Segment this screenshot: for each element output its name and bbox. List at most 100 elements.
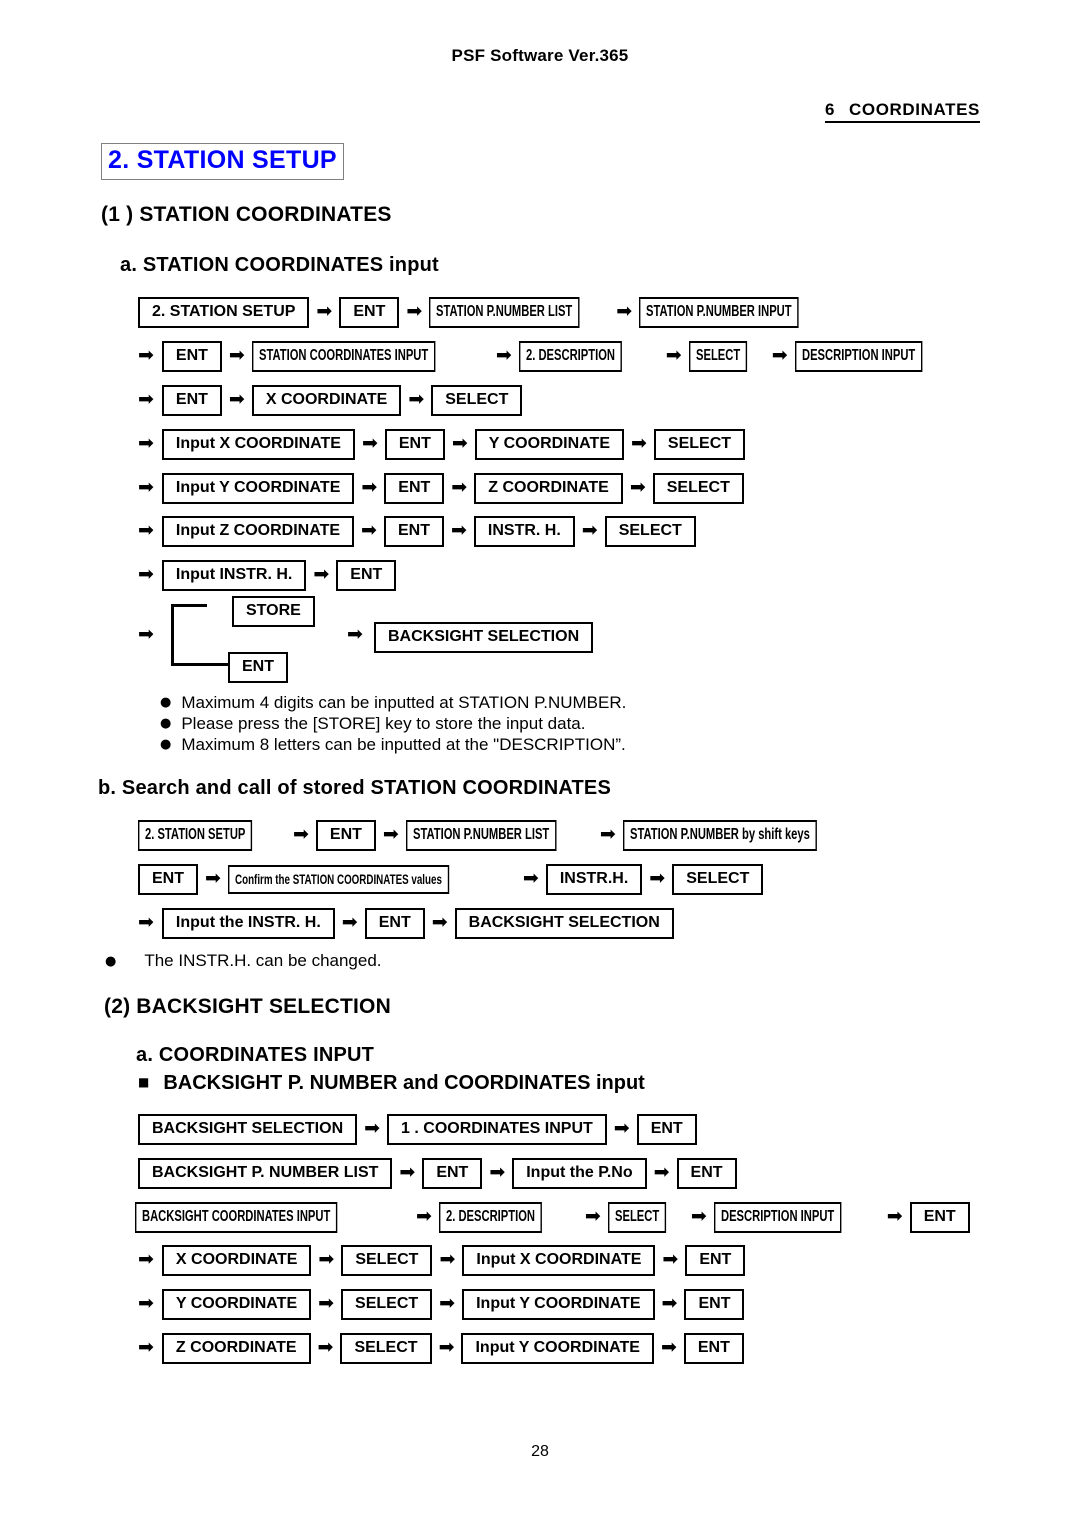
flow-row: BACKSIGHT P. NUMBER LIST ➡ ENT ➡ Input t… <box>138 1158 737 1189</box>
flow-node[interactable]: BACKSIGHT SELECTION <box>454 908 674 939</box>
section2a-heading: a. COORDINATES INPUT <box>136 1044 375 1066</box>
flow-node[interactable]: ENT <box>138 864 198 895</box>
chapter-name: COORDINATES <box>849 100 980 119</box>
flow-node[interactable]: 2. DESCRIPTION <box>438 1202 542 1233</box>
flow-node[interactable]: Input Y COORDINATE <box>462 1289 655 1320</box>
chapter-number: 6 <box>824 100 836 119</box>
flow-node[interactable]: ENT <box>676 1158 737 1189</box>
flow-node[interactable]: 2. STATION SETUP <box>138 297 310 328</box>
flow-node[interactable]: ENT <box>364 908 425 939</box>
section1a-heading: a. STATION COORDINATES input <box>120 254 439 276</box>
flow-node[interactable]: STATION COORDINATES INPUT <box>251 341 436 372</box>
flow-node[interactable]: STATION P.NUMBER by shift keys <box>622 820 817 851</box>
note-text: Please press the [STORE] key to store th… <box>181 714 586 733</box>
flow-node[interactable]: SELECT <box>431 385 523 416</box>
flow-node[interactable]: Confirm the STATION COORDINATES values <box>227 865 449 894</box>
flow-node[interactable]: SELECT <box>341 1245 433 1276</box>
flow-node[interactable]: Input X COORDINATE <box>161 429 355 460</box>
flow-row: ENT ➡ Confirm the STATION COORDINATES va… <box>138 864 764 895</box>
arrow-right-icon: ➡ <box>313 563 330 585</box>
flow-node[interactable]: SELECT <box>652 473 744 504</box>
flow-node[interactable]: Input Z COORDINATE <box>161 516 355 547</box>
flow-node[interactable]: ENT <box>161 341 222 372</box>
flow-node[interactable]: ENT <box>384 473 445 504</box>
bullet-dot-icon: ● <box>160 716 172 731</box>
flow-row: ➡ Input Y COORDINATE ➡ ENT ➡ Z COORDINAT… <box>138 473 744 504</box>
flow-node[interactable]: Input Y COORDINATE <box>461 1333 654 1364</box>
flow-node[interactable]: ENT <box>422 1158 483 1189</box>
arrow-right-icon: ➡ <box>138 563 154 585</box>
flow-node[interactable]: BACKSIGHT P. NUMBER LIST <box>138 1158 393 1189</box>
arrow-right-icon: ➡ <box>318 1248 335 1270</box>
note-item: ● Maximum 4 digits can be inputted at ST… <box>160 692 626 713</box>
flow-node[interactable]: SELECT <box>688 341 747 372</box>
arrow-right-icon: ➡ <box>138 1292 154 1314</box>
flow-node[interactable]: Z COORDINATE <box>474 473 623 504</box>
notes-list-1a: ● Maximum 4 digits can be inputted at ST… <box>160 692 626 755</box>
flow-node[interactable]: Y COORDINATE <box>474 429 624 460</box>
flow-node[interactable]: INSTR.H. <box>545 864 643 895</box>
arrow-right-icon: ➡ <box>138 388 154 410</box>
flow-node[interactable]: SELECT <box>340 1333 432 1364</box>
flow-node[interactable]: SELECT <box>607 1202 667 1233</box>
arrow-right-icon: ➡ <box>690 1205 707 1227</box>
flow-node[interactable]: 2. STATION SETUP <box>138 820 253 851</box>
flow-node[interactable]: Z COORDINATE <box>161 1333 311 1364</box>
arrow-right-icon: ➡ <box>382 823 399 845</box>
arrow-right-icon: ➡ <box>138 519 154 541</box>
arrow-right-icon: ➡ <box>138 432 154 454</box>
flow-node[interactable]: STATION P.NUMBER LIST <box>405 820 557 851</box>
flow-node[interactable]: Input the P.No <box>512 1158 647 1189</box>
flow-row: 2. STATION SETUP ➡ ENT ➡ STATION P.NUMBE… <box>138 820 879 851</box>
flow-node[interactable]: SELECT <box>604 516 696 547</box>
flow-node[interactable]: ENT <box>383 516 444 547</box>
arrow-right-icon: ➡ <box>616 300 633 322</box>
arrow-right-icon: ➡ <box>138 1248 154 1270</box>
flow-node[interactable]: ENT <box>315 820 376 851</box>
flow-node[interactable]: INSTR. H. <box>473 516 575 547</box>
page-title: 2. STATION SETUP <box>101 143 344 180</box>
flow-node[interactable]: Input the INSTR. H. <box>161 908 335 939</box>
flow-node[interactable]: STATION P.NUMBER LIST <box>429 297 580 328</box>
flow-node[interactable]: 2. DESCRIPTION <box>518 341 622 372</box>
flow-node[interactable]: STATION P.NUMBER INPUT <box>639 297 799 328</box>
flow-node[interactable]: BACKSIGHT SELECTION <box>138 1114 358 1145</box>
arrow-right-icon: ➡ <box>653 1161 670 1183</box>
flow-node[interactable]: ENT <box>684 1289 745 1320</box>
arrow-right-icon: ➡ <box>649 867 666 889</box>
page-number: 28 <box>531 1443 549 1460</box>
flow-node[interactable]: ENT <box>339 297 400 328</box>
flow-node[interactable]: SELECT <box>341 1289 433 1320</box>
flow-node[interactable]: Input X COORDINATE <box>462 1245 656 1276</box>
flow-node[interactable]: Y COORDINATE <box>161 1289 312 1320</box>
flow-node[interactable]: DESCRIPTION INPUT <box>794 341 922 372</box>
flow-node[interactable]: X COORDINATE <box>251 385 402 416</box>
flow-node[interactable]: SELECT <box>653 429 746 460</box>
branch-node-ent[interactable]: ENT <box>228 652 288 683</box>
arrow-right-icon: ➡ <box>205 867 221 889</box>
flow-node[interactable]: 1 . COORDINATES INPUT <box>387 1114 607 1145</box>
flow-node[interactable]: Input Y COORDINATE <box>161 473 355 504</box>
arrow-right-icon: ➡ <box>522 867 539 889</box>
flow-node[interactable]: Input INSTR. H. <box>161 560 307 591</box>
arrow-right-icon: ➡ <box>361 519 377 541</box>
flow-node[interactable]: ENT <box>636 1114 697 1145</box>
flow-node[interactable]: ENT <box>685 1245 746 1276</box>
branch-target-node[interactable]: BACKSIGHT SELECTION <box>374 622 594 653</box>
arrow-right-icon: ➡ <box>439 1248 456 1270</box>
branch-node-store[interactable]: STORE <box>232 596 315 627</box>
flow-node[interactable]: BACKSIGHT COORDINATES INPUT <box>135 1202 338 1233</box>
flow-node[interactable]: ENT <box>336 560 397 591</box>
flow-node[interactable]: ENT <box>384 429 445 460</box>
flow-node[interactable]: X COORDINATE <box>161 1245 312 1276</box>
flow-node[interactable]: ENT <box>909 1202 970 1233</box>
arrow-right-icon: ➡ <box>631 432 647 454</box>
section1b-heading: b. Search and call of stored STATION COO… <box>98 777 611 799</box>
flow-row: ➡ Y COORDINATE ➡ SELECT ➡ Input Y COORDI… <box>138 1289 745 1320</box>
flow-node[interactable]: ENT <box>161 385 222 416</box>
arrow-right-icon: ➡ <box>431 911 448 933</box>
arrow-right-icon: ➡ <box>364 1117 381 1139</box>
flow-node[interactable]: ENT <box>683 1333 744 1364</box>
flow-node[interactable]: SELECT <box>672 864 764 895</box>
flow-node[interactable]: DESCRIPTION INPUT <box>713 1202 842 1233</box>
